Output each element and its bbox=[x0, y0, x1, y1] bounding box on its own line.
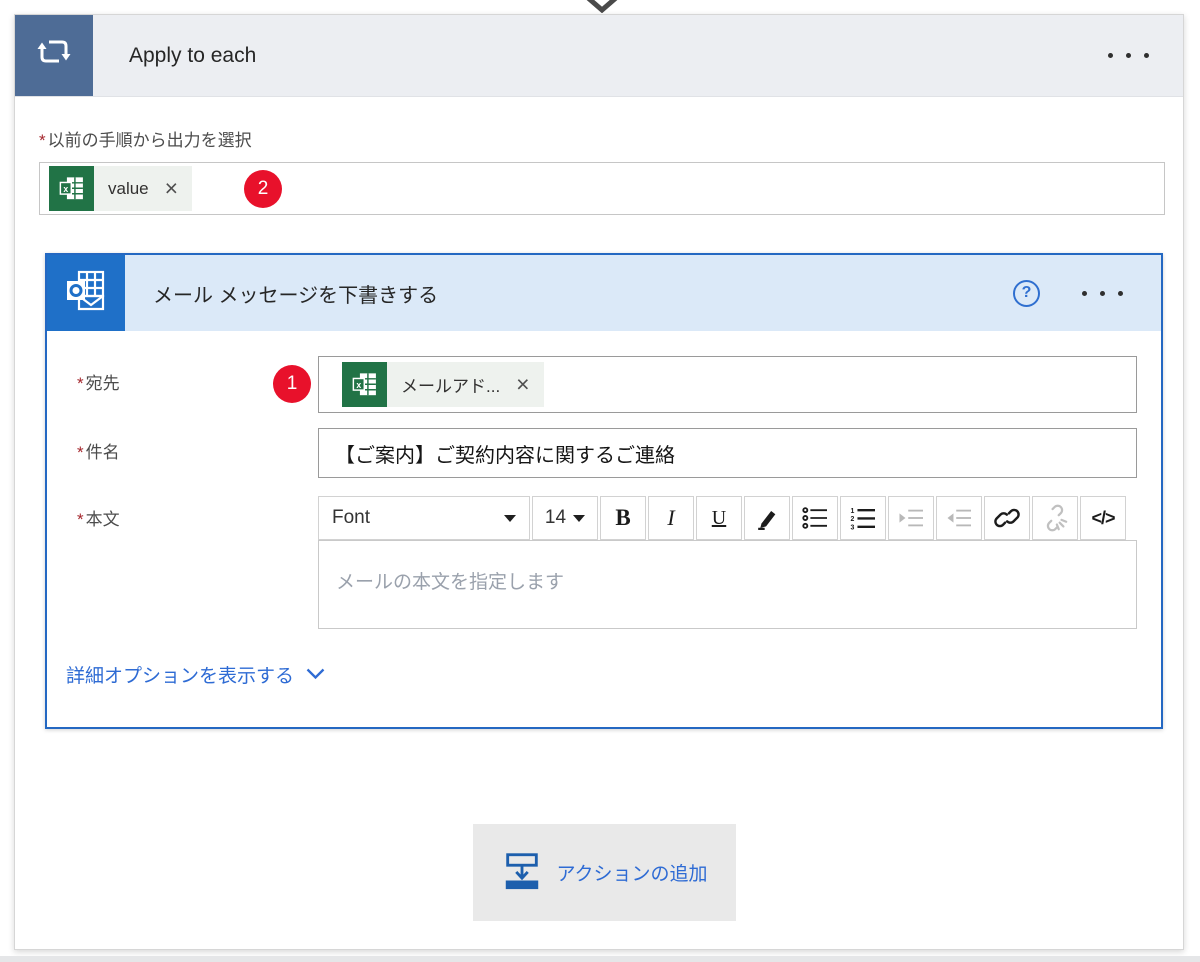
link-icon[interactable] bbox=[984, 496, 1030, 540]
flow-designer-canvas: Apply to each * 以前の手順から出力を選択 x value × 2… bbox=[0, 0, 1200, 962]
excel-icon: x bbox=[49, 166, 94, 211]
body-field-label: * 本文 bbox=[77, 510, 120, 529]
svg-text:1: 1 bbox=[851, 508, 855, 515]
to-field-label: * 宛先 bbox=[77, 374, 120, 393]
body-editor[interactable]: メールの本文を指定します bbox=[318, 540, 1137, 629]
apply-to-each-title: Apply to each bbox=[129, 43, 257, 67]
apply-to-each-icon-block bbox=[15, 15, 93, 96]
add-action-button[interactable]: アクションの追加 bbox=[473, 824, 736, 921]
rich-text-toolbar: Font 14 B I U 1 2 3 </> bbox=[318, 496, 1137, 540]
add-action-icon bbox=[501, 849, 543, 896]
add-action-label: アクションの追加 bbox=[556, 864, 708, 885]
body-placeholder: メールの本文を指定します bbox=[336, 572, 565, 593]
apply-to-each-header[interactable]: Apply to each bbox=[15, 15, 1183, 97]
remove-token-icon[interactable]: × bbox=[510, 373, 543, 396]
draft-email-title: メール メッセージを下書きする bbox=[153, 284, 439, 307]
more-options-icon[interactable] bbox=[1108, 15, 1183, 96]
code-view-button[interactable]: </> bbox=[1080, 496, 1126, 540]
apply-to-each-loop-icon bbox=[32, 31, 76, 80]
subject-field-label: * 件名 bbox=[77, 443, 120, 462]
show-advanced-options-link[interactable]: 詳細オプションを表示する bbox=[66, 661, 325, 688]
underline-button[interactable]: U bbox=[696, 496, 742, 540]
select-output-label: * 以前の手順から出力を選択 bbox=[39, 131, 252, 150]
apply-to-each-scope: Apply to each * 以前の手順から出力を選択 x value × 2… bbox=[14, 14, 1184, 950]
font-family-dropdown[interactable]: Font bbox=[318, 496, 530, 540]
outdent-icon[interactable] bbox=[936, 496, 982, 540]
token-label: value bbox=[108, 178, 149, 198]
page-bottom-strip bbox=[0, 956, 1200, 962]
required-mark: * bbox=[39, 131, 46, 150]
bold-button[interactable]: B bbox=[600, 496, 646, 540]
svg-text:2: 2 bbox=[851, 516, 855, 523]
help-icon[interactable]: ? bbox=[1013, 279, 1040, 307]
svg-text:x: x bbox=[356, 379, 361, 389]
email-address-token-chip[interactable]: x メールアド... × bbox=[342, 362, 544, 407]
outlook-icon bbox=[62, 267, 110, 320]
draft-email-header[interactable]: メール メッセージを下書きする ? bbox=[47, 255, 1161, 331]
value-token-chip[interactable]: x value × bbox=[49, 166, 193, 211]
indent-icon[interactable] bbox=[888, 496, 934, 540]
font-size-dropdown[interactable]: 14 bbox=[532, 496, 598, 540]
svg-text:3: 3 bbox=[851, 525, 855, 530]
dropdown-caret-icon bbox=[504, 514, 516, 522]
numbered-list-icon[interactable]: 12 3 bbox=[840, 496, 886, 540]
to-input[interactable]: x メールアド... × bbox=[318, 356, 1137, 413]
draft-email-action-card: メール メッセージを下書きする ? * 宛先 x メールアド... × 1 * … bbox=[45, 253, 1163, 729]
excel-icon: x bbox=[342, 362, 387, 407]
highlight-pen-icon[interactable] bbox=[744, 496, 790, 540]
more-options-icon[interactable] bbox=[1082, 290, 1123, 296]
callout-badge-1: 1 bbox=[273, 365, 311, 403]
callout-badge-2: 2 bbox=[244, 170, 282, 208]
outlook-icon-block bbox=[47, 255, 125, 331]
select-output-input[interactable]: x value × bbox=[39, 162, 1165, 215]
chevron-down-icon bbox=[306, 664, 325, 686]
italic-button[interactable]: I bbox=[648, 496, 694, 540]
unlink-icon[interactable] bbox=[1032, 496, 1078, 540]
subject-input[interactable]: 【ご案内】ご契約内容に関するご連絡 bbox=[318, 428, 1137, 478]
token-label: メールアド... bbox=[401, 377, 501, 396]
bullet-list-icon[interactable] bbox=[792, 496, 838, 540]
remove-token-icon[interactable]: × bbox=[159, 177, 192, 200]
dropdown-caret-icon bbox=[573, 514, 586, 522]
svg-text:x: x bbox=[63, 183, 68, 193]
